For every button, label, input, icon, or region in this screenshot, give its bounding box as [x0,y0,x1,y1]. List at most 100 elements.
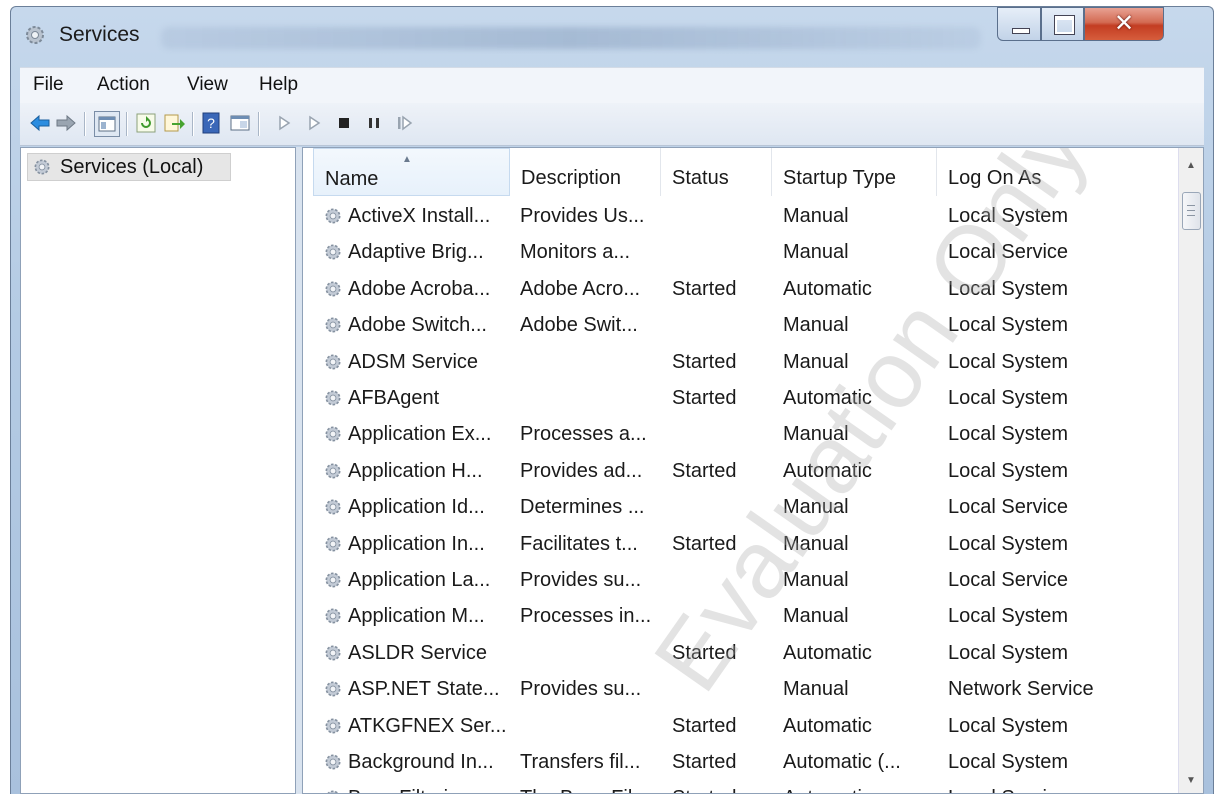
cell-name: ASP.NET State... [348,678,500,701]
table-row[interactable]: Adaptive Brig... Monitors a... Manual Local… [303,236,1179,272]
resume-service-icon[interactable] [392,111,416,135]
table-row[interactable]: ASLDR Service Started Automatic Local Syste… [303,637,1179,673]
column-header-description[interactable]: Description [510,148,661,196]
service-gear-icon [325,208,341,224]
forward-arrow-icon[interactable] [54,111,78,135]
cell-startup-type: Automatic (... [783,751,901,773]
window-title: Services [59,23,140,46]
service-gear-icon [325,718,341,734]
column-header-label: Description [521,167,622,189]
minimize-button[interactable] [997,7,1041,41]
table-row[interactable]: Adobe Switch... Adobe Swit... Manual Local … [303,309,1179,345]
column-header-status[interactable]: Status [661,148,772,196]
table-row[interactable]: Application Ex... Processes a... Manual Loc… [303,418,1179,454]
cell-log-on-as: Local System [948,205,1069,227]
scrollbar-thumb[interactable] [1182,192,1201,230]
table-row[interactable]: ASP.NET State... Provides su... Manual Netw… [303,673,1179,709]
services-gear-icon [34,159,50,175]
maximize-button[interactable] [1041,7,1084,41]
service-gear-icon [325,463,341,479]
table-row[interactable]: AFBAgent Started Automatic Local System [303,382,1179,418]
service-gear-icon [325,536,341,552]
cell-description: Provides ad... [520,459,643,482]
cell-name: Background In... [348,751,494,773]
cell-status: Started [672,387,737,409]
cell-name: Adobe Acroba... [348,277,491,300]
table-row[interactable]: Background In... Transfers fil... Started A… [303,746,1179,782]
cell-name: ADSM Service [348,350,479,373]
cell-description: Processes in... [520,605,652,628]
table-row[interactable]: ADSM Service Started Manual Local System [303,346,1179,382]
tree-item-services-local[interactable]: Services (Local) [27,153,231,181]
title-bar[interactable]: Services ✕ [11,7,1213,65]
vertical-scrollbar[interactable]: ▲ ▼ [1178,148,1203,793]
service-gear-icon [325,426,341,442]
service-gear-icon [325,608,341,624]
scroll-down-arrow-icon[interactable]: ▼ [1179,769,1203,793]
cell-name: ATKGFNEX Ser... [348,714,507,737]
table-row[interactable]: Application Id... Determines ... Manual Loc… [303,491,1179,527]
start-service-alt-icon[interactable] [302,111,326,135]
cell-startup-type: Manual [783,605,849,628]
cell-description: Monitors a... [520,241,631,264]
cell-startup-type: Automatic [783,787,943,793]
service-gear-icon [325,354,341,370]
cell-description: Provides su... [520,569,642,591]
cell-name: ActiveX Install... [348,205,491,227]
pause-service-icon[interactable] [362,111,386,135]
cell-log-on-as: Local System [948,641,1069,664]
table-row[interactable]: Application La... Provides su... Manual Loc… [303,564,1179,600]
cell-log-on-as: Local System [948,751,1069,773]
service-gear-icon [325,281,341,297]
scroll-up-arrow-icon[interactable]: ▲ [1179,154,1203,178]
column-header-startup-type[interactable]: Startup Type [772,148,937,196]
menu-help[interactable]: Help [259,74,298,96]
back-arrow-icon[interactable] [28,111,52,135]
column-header-label: Name [325,168,379,190]
sort-ascending-icon: ▲ [402,154,412,165]
console-tree-pane: Services (Local) [20,147,296,794]
minimize-icon [1012,28,1030,34]
export-list-icon[interactable] [162,111,186,135]
table-row[interactable]: Adobe Acroba... Adobe Acro... Started Autom… [303,273,1179,309]
cell-description: Determines ... [520,496,645,519]
list-header: ▲ Name Description Status Startup Type L… [303,148,1179,196]
cell-startup-type: Manual [783,569,849,591]
menu-action[interactable]: Action [97,74,150,96]
menu-file[interactable]: File [33,74,64,96]
table-row[interactable]: Application M... Processes in... Manual Loc… [303,600,1179,636]
service-gear-icon [325,499,341,515]
show-hide-console-tree-icon[interactable] [94,111,120,137]
cell-startup-type: Manual [783,205,849,227]
cell-status: Started [672,641,737,664]
cell-status: Started [672,277,737,300]
menu-view[interactable]: View [187,74,228,96]
column-header-name[interactable]: ▲ Name [313,148,510,196]
properties-icon[interactable] [228,111,252,135]
column-header-log-on-as[interactable]: Log On As [937,148,1179,196]
cell-status: Started [672,459,737,482]
cell-name: Application Ex... [348,423,492,446]
refresh-icon[interactable] [134,111,158,135]
table-row[interactable]: Base Filtering ... The Base Fil... Started… [303,782,1179,793]
cell-startup-type: Manual [783,241,849,264]
cell-startup-type: Automatic [783,459,872,482]
table-row[interactable]: Application H... Provides ad... Started Aut… [303,455,1179,491]
stop-service-icon[interactable] [332,111,356,135]
cell-log-on-as: Local System [948,423,1069,446]
cell-startup-type: Automatic [783,387,872,409]
cell-log-on-as: Local System [948,605,1069,628]
help-icon[interactable]: ? [200,111,224,135]
cell-name: Application In... [348,532,485,555]
cell-log-on-as: Local Service [948,787,1176,793]
table-row[interactable]: ActiveX Install... Provides Us... Manual Lo… [303,200,1179,236]
cell-name: Base Filtering ... [348,787,516,793]
start-service-icon[interactable] [272,111,296,135]
table-row[interactable]: ATKGFNEX Ser... Started Automatic Local Sys… [303,710,1179,746]
close-button[interactable]: ✕ [1084,7,1164,41]
services-window: Services ✕ File Action View Help ? Servi… [10,6,1214,794]
service-gear-icon [325,317,341,333]
table-row[interactable]: Application In... Facilitates t... Started… [303,528,1179,564]
column-header-label: Startup Type [783,167,897,189]
maximize-icon [1054,15,1075,35]
